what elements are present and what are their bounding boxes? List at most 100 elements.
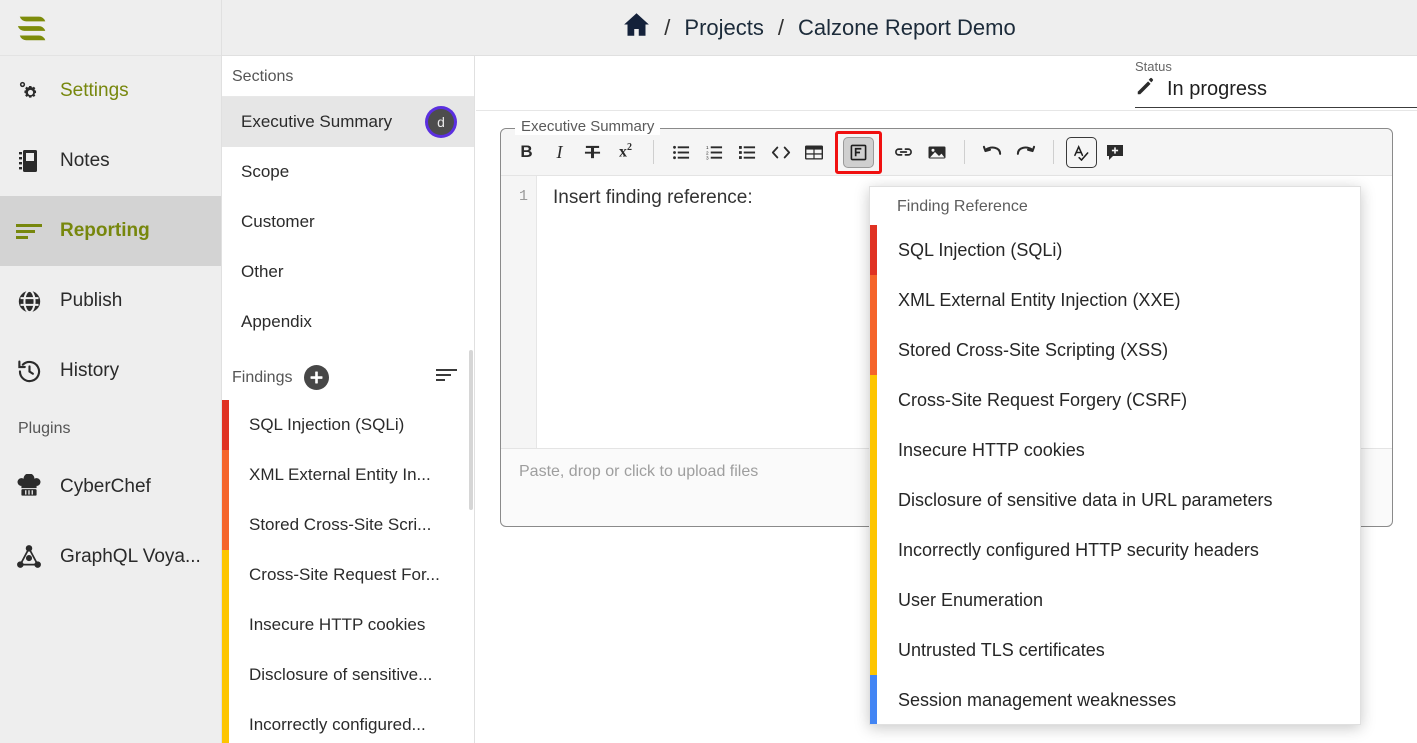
findings-header: Findings bbox=[222, 347, 474, 400]
redo-button[interactable] bbox=[1010, 137, 1041, 168]
table-button[interactable] bbox=[798, 137, 829, 168]
sidebar-item-history[interactable]: History bbox=[0, 336, 221, 406]
finding-reference-option[interactable]: XML External Entity Injection (XXE) bbox=[870, 275, 1360, 325]
finding-reference-label: Untrusted TLS certificates bbox=[898, 639, 1105, 660]
toolbar-divider bbox=[964, 140, 965, 164]
finding-reference-highlight bbox=[835, 130, 882, 174]
breadcrumb: / Projects / Calzone Report Demo bbox=[623, 12, 1016, 43]
finding-reference-option[interactable]: Insecure HTTP cookies bbox=[870, 425, 1360, 475]
sidebar-item-reporting[interactable]: Reporting bbox=[0, 196, 221, 266]
sections-findings-panel: Sections Executive Summary d Scope Custo… bbox=[222, 56, 475, 743]
severity-bar bbox=[222, 650, 229, 700]
finding-list-item[interactable]: Cross-Site Request For... bbox=[222, 550, 474, 600]
section-item-other[interactable]: Other bbox=[222, 247, 474, 297]
report-lines-icon bbox=[14, 221, 44, 241]
superscript-button[interactable]: x2 bbox=[610, 137, 641, 168]
finding-reference-option[interactable]: Stored Cross-Site Scripting (XSS) bbox=[870, 325, 1360, 375]
sidebar-item-cyberchef[interactable]: CyberChef bbox=[0, 452, 221, 522]
severity-bar bbox=[870, 275, 877, 325]
add-finding-button[interactable] bbox=[304, 365, 330, 390]
section-label: Customer bbox=[241, 212, 315, 231]
finding-label: Insecure HTTP cookies bbox=[249, 615, 426, 634]
breadcrumb-projects[interactable]: Projects bbox=[684, 15, 763, 41]
severity-bar bbox=[222, 400, 229, 450]
sidebar-item-notes[interactable]: Notes bbox=[0, 126, 221, 196]
sidebar-item-publish[interactable]: Publish bbox=[0, 266, 221, 336]
toolbar-divider bbox=[653, 140, 654, 164]
toolbar-divider bbox=[1053, 140, 1054, 164]
section-item-appendix[interactable]: Appendix bbox=[222, 297, 474, 347]
status-field[interactable]: Status In progress bbox=[1135, 59, 1417, 110]
numbered-list-button[interactable]: 1 2 3 bbox=[699, 137, 730, 168]
app-logo[interactable] bbox=[0, 0, 221, 56]
plugins-section-label: Plugins bbox=[18, 420, 71, 437]
history-clock-icon bbox=[14, 358, 44, 385]
bold-button[interactable]: B bbox=[511, 137, 542, 168]
sort-findings-icon[interactable] bbox=[436, 368, 458, 387]
severity-bar bbox=[870, 525, 877, 575]
finding-reference-option[interactable]: Incorrectly configured HTTP security hea… bbox=[870, 525, 1360, 575]
sidebar-item-label: Publish bbox=[60, 290, 123, 311]
finding-reference-label: Session management weaknesses bbox=[898, 689, 1177, 710]
gear-icon bbox=[14, 78, 44, 104]
panel-scrollbar[interactable] bbox=[469, 350, 473, 510]
home-icon[interactable] bbox=[623, 12, 650, 43]
finding-list-item[interactable]: Insecure HTTP cookies bbox=[222, 600, 474, 650]
section-item-scope[interactable]: Scope bbox=[222, 147, 474, 197]
finding-reference-label: Insecure HTTP cookies bbox=[898, 439, 1085, 460]
finding-list-item[interactable]: Stored Cross-Site Scri... bbox=[222, 500, 474, 550]
finding-reference-option[interactable]: SQL Injection (SQLi) bbox=[870, 225, 1360, 275]
globe-icon bbox=[14, 288, 44, 315]
undo-button[interactable] bbox=[977, 137, 1008, 168]
italic-button[interactable]: I bbox=[544, 137, 575, 168]
severity-bar bbox=[222, 700, 229, 743]
add-comment-button[interactable] bbox=[1099, 137, 1130, 168]
severity-bar bbox=[870, 225, 877, 275]
sidebar-item-settings[interactable]: Settings bbox=[0, 56, 221, 126]
todo-list-button[interactable] bbox=[732, 137, 763, 168]
editor-legend: Executive Summary bbox=[515, 118, 661, 135]
spellcheck-button[interactable] bbox=[1066, 136, 1097, 168]
sidebar-item-graphql-voyager[interactable]: GraphQL Voya... bbox=[0, 522, 221, 592]
section-label: Scope bbox=[241, 162, 290, 181]
sidebar-item-label: Reporting bbox=[60, 220, 150, 241]
pencil-icon bbox=[1135, 75, 1157, 103]
finding-list-item[interactable]: Disclosure of sensitive... bbox=[222, 650, 474, 700]
code-button[interactable] bbox=[765, 137, 796, 168]
sidebar-item-label: GraphQL Voya... bbox=[60, 546, 201, 567]
finding-reference-option[interactable]: Untrusted TLS certificates bbox=[870, 625, 1360, 675]
dropzone-placeholder: Paste, drop or click to upload files bbox=[519, 463, 759, 480]
section-item-customer[interactable]: Customer bbox=[222, 197, 474, 247]
sysreptor-logo-icon bbox=[17, 16, 46, 40]
bullet-list-button[interactable] bbox=[666, 137, 697, 168]
svg-text:2: 2 bbox=[706, 150, 709, 156]
finding-reference-label: Incorrectly configured HTTP security hea… bbox=[898, 539, 1259, 560]
finding-label: SQL Injection (SQLi) bbox=[249, 415, 405, 434]
section-label: Appendix bbox=[241, 312, 312, 331]
sections-header: Sections bbox=[222, 56, 474, 97]
image-button[interactable] bbox=[921, 137, 952, 168]
finding-reference-option[interactable]: User Enumeration bbox=[870, 575, 1360, 625]
finding-reference-option[interactable]: Cross-Site Request Forgery (CSRF) bbox=[870, 375, 1360, 425]
section-item-executive-summary[interactable]: Executive Summary d bbox=[222, 97, 474, 147]
sidebar-item-label: Settings bbox=[60, 80, 129, 101]
finding-reference-menu: Finding Reference SQL Injection (SQLi) X… bbox=[869, 186, 1361, 725]
breadcrumb-project-name[interactable]: Calzone Report Demo bbox=[798, 15, 1016, 41]
finding-list-item[interactable]: SQL Injection (SQLi) bbox=[222, 400, 474, 450]
finding-reference-option[interactable]: Session management weaknesses bbox=[870, 675, 1360, 724]
finding-reference-option[interactable]: Disclosure of sensitive data in URL para… bbox=[870, 475, 1360, 525]
sidebar-item-label: Notes bbox=[60, 150, 110, 171]
app-root: Settings Notes Reporting Publish History… bbox=[0, 0, 1417, 743]
link-button[interactable] bbox=[888, 137, 919, 168]
finding-list-item[interactable]: Incorrectly configured... bbox=[222, 700, 474, 743]
finding-reference-label: Stored Cross-Site Scripting (XSS) bbox=[898, 339, 1169, 360]
finding-reference-button[interactable] bbox=[843, 136, 874, 168]
finding-reference-label: SQL Injection (SQLi) bbox=[898, 239, 1063, 260]
severity-bar bbox=[870, 575, 877, 625]
finding-reference-label: XML External Entity Injection (XXE) bbox=[898, 289, 1181, 310]
strikethrough-button[interactable] bbox=[577, 137, 608, 168]
severity-bar bbox=[870, 675, 877, 724]
finding-list-item[interactable]: XML External Entity In... bbox=[222, 450, 474, 500]
status-select[interactable]: In progress bbox=[1135, 75, 1417, 108]
severity-bar bbox=[870, 625, 877, 675]
